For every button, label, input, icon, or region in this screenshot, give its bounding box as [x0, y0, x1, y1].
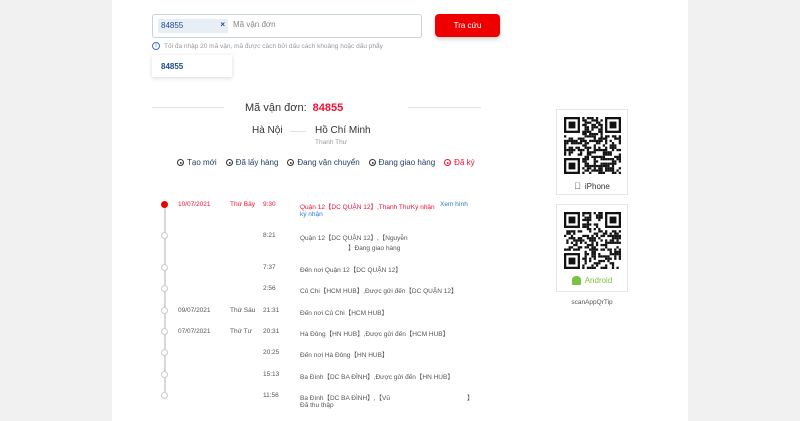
- android-qr-card[interactable]: Android: [556, 204, 628, 292]
- row-date: 07/07/2021: [178, 328, 211, 335]
- row-time: 20:25: [263, 349, 280, 356]
- code-value: 84855: [312, 102, 344, 114]
- search-placeholder: Mã vận đơn: [233, 20, 276, 29]
- timeline-dot: [161, 392, 168, 399]
- timeline-dot: [161, 371, 168, 378]
- row-time: 9:30: [263, 201, 276, 208]
- timeline-row: 10/07/2021 Thứ Bảy 9:30 Quận 12【DC QUẬN …: [0, 199, 576, 219]
- iphone-qr-card[interactable]: iPhone: [556, 109, 628, 195]
- timeline-row: 11:56 Ba Đình【DC BA ĐÌNH】,【Vũ Đã thu thập…: [0, 390, 576, 410]
- play-circle-icon: [287, 159, 295, 166]
- timeline-dot: [161, 232, 168, 239]
- row-text: Đến nơi Hà Đông【HN HUB】: [300, 352, 389, 359]
- timeline-row: 07/07/2021 Thứ Tư 20:31 Hà Đông【HN HUB】,…: [0, 326, 576, 346]
- android-label: Android: [584, 276, 613, 285]
- result-title: Mã vận đơn: 84855: [245, 102, 343, 114]
- row-day: Thứ Tư: [230, 328, 252, 335]
- row-bracket: 】: [467, 395, 474, 402]
- android-label-row: Android: [557, 276, 627, 285]
- row-text: Ba Đình【DC BA ĐÌNH】,Được gửi đến【HN HUB】: [300, 374, 454, 381]
- timeline-dot: [161, 201, 168, 208]
- step-signed[interactable]: Đã ký: [444, 158, 475, 167]
- timeline-dot: [161, 349, 168, 356]
- qr-code-icon: [564, 117, 621, 174]
- row-time: 15:13: [263, 371, 280, 378]
- iphone-label-row: iPhone: [557, 181, 627, 191]
- qr-code-icon: [564, 212, 621, 269]
- step-picked-up[interactable]: Đã lấy hàng: [225, 158, 279, 167]
- row-time: 7:37: [263, 264, 276, 271]
- step-label: Đang giao hàng: [378, 158, 436, 167]
- play-circle-icon: [444, 159, 452, 166]
- step-in-transit[interactable]: Đang vận chuyển: [287, 158, 360, 167]
- to-city: Hồ Chí Minh: [315, 125, 371, 136]
- step-delivering[interactable]: Đang giao hàng: [368, 158, 436, 167]
- row-text: Củ Chi【HCM HUB】,Được gửi đến【DC QUẬN 12】: [300, 288, 458, 295]
- timeline-row: 7:37 Đến nơi Quận 12【DC QUẬN 12】: [0, 262, 576, 282]
- row-day: Thứ Bảy: [230, 201, 255, 208]
- step-label: Tạo mới: [187, 158, 217, 167]
- chip-remove-icon[interactable]: ×: [220, 20, 225, 29]
- timeline-row: 09/07/2021 Thứ Sáu 21:31 Đến nơi Củ Chi【…: [0, 305, 576, 325]
- route-connector: [290, 131, 306, 132]
- view-signature-link-cont[interactable]: ký nhận: [300, 211, 323, 218]
- apple-icon: : [574, 181, 581, 191]
- row-date: 10/07/2021: [178, 201, 211, 208]
- step-label: Đang vận chuyển: [297, 158, 360, 167]
- timeline-dot: [161, 328, 168, 335]
- row-text: Đến nơi Củ Chi【HCM HUB】: [300, 310, 389, 317]
- step-label: Đã lấy hàng: [235, 158, 279, 167]
- row-text-cont: Đã thu thập: [300, 402, 334, 409]
- info-icon: i: [152, 42, 160, 50]
- row-text-cont: 】Đang giao hàng: [348, 245, 401, 252]
- row-text: Quận 12【DC QUẬN 12】,【Nguyễn: [300, 235, 408, 242]
- view-signature-link[interactable]: Xem hình: [440, 201, 468, 208]
- chip-value: 84855: [161, 21, 184, 30]
- hint-text: Tối đa nhập 20 mã vận, mã được cách bởi …: [164, 42, 383, 50]
- row-text: Đến nơi Quận 12【DC QUẬN 12】: [300, 267, 402, 274]
- divider-right: [408, 107, 481, 108]
- play-circle-icon: [225, 159, 233, 166]
- search-hint: i Tối đa nhập 20 mã vận, mã được cách bởi…: [152, 42, 383, 50]
- timeline-row: 2:56 Củ Chi【HCM HUB】,Được gửi đến【DC QUẬ…: [0, 283, 576, 303]
- iphone-label: iPhone: [581, 181, 610, 191]
- row-time: 2:56: [263, 285, 276, 292]
- suggestion-item[interactable]: 84855: [152, 55, 232, 77]
- status-filters: Tạo mới Đã lấy hàng Đang vận chuyển Đang…: [177, 158, 477, 167]
- android-icon: [571, 276, 581, 285]
- row-text: Ba Đình【DC BA ĐÌNH】,【Vũ: [300, 395, 390, 402]
- tracking-chip: 84855 ×: [158, 19, 228, 33]
- row-text: Quận 12【DC QUẬN 12】,Thanh ThưKý nhận: [300, 204, 435, 211]
- timeline-dot: [161, 307, 168, 314]
- row-time: 21:31: [263, 307, 280, 314]
- play-circle-icon: [368, 159, 376, 166]
- timeline-dot: [161, 264, 168, 271]
- play-circle-icon: [177, 159, 184, 166]
- tracking-search-input[interactable]: 84855 × Mã vận đơn: [152, 14, 422, 38]
- timeline-row: 15:13 Ba Đình【DC BA ĐÌNH】,Được gửi đến【H…: [0, 369, 576, 389]
- step-created[interactable]: Tạo mới: [177, 158, 217, 167]
- timeline-row: 8:21 Quận 12【DC QUẬN 12】,【Nguyễn 】Đang gi…: [0, 230, 576, 252]
- row-time: 8:21: [263, 232, 276, 239]
- timeline-row: 20:25 Đến nơi Hà Đông【HN HUB】: [0, 347, 576, 367]
- timeline-dot: [161, 285, 168, 292]
- step-label: Đã ký: [454, 158, 475, 167]
- search-button[interactable]: Tra cứu: [435, 14, 500, 37]
- row-date: 09/07/2021: [178, 307, 211, 314]
- divider-left: [152, 107, 224, 108]
- row-time: 11:56: [263, 392, 279, 399]
- from-city: Hà Nội: [252, 125, 283, 136]
- recipient-name: Thanh Thư: [315, 139, 348, 146]
- code-label: Mã vận đơn:: [245, 102, 307, 114]
- row-day: Thứ Sáu: [230, 307, 256, 314]
- row-time: 20:31: [263, 328, 280, 335]
- scan-app-tip: scanAppQrTip: [571, 299, 613, 306]
- row-text: Hà Đông【HN HUB】,Được gửi đến【HCM HUB】: [300, 331, 450, 338]
